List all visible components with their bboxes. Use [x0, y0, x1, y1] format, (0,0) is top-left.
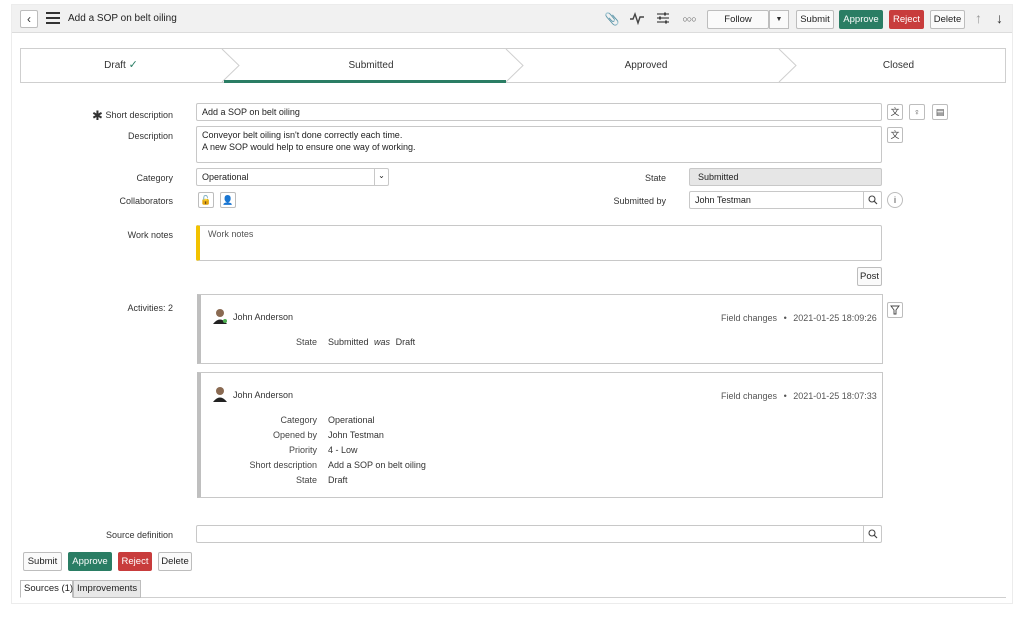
source-definition-label: Source definition [105, 530, 173, 540]
collaborators-label: Collaborators [119, 196, 173, 206]
step-divider-icon [505, 49, 524, 82]
field-value: Add a SOP on belt oiling [328, 460, 426, 470]
paperclip-icon[interactable]: 📎 [604, 11, 620, 27]
field-value: Operational [328, 415, 375, 425]
previous-record-icon[interactable]: ↑ [975, 10, 982, 26]
state-label: State [644, 173, 666, 183]
activity-author: John Anderson [233, 312, 294, 322]
tab-sources[interactable]: Sources (1) [20, 580, 73, 598]
field-name: Category [280, 415, 317, 425]
category-select[interactable]: Operational ⌄ [196, 168, 389, 186]
source-definition-input[interactable] [196, 525, 882, 543]
activity-timestamp: 2021-01-25 18:09:26 [793, 313, 877, 323]
short-description-input[interactable]: Add a SOP on belt oiling [196, 103, 882, 121]
description-textarea[interactable]: Conveyor belt oiling isn't done correctl… [196, 126, 882, 163]
more-options-icon[interactable]: ○○○ [681, 11, 697, 27]
state-progress-bar: Draft ✓ Submitted Approved Closed [20, 48, 1006, 83]
field-name: Priority [288, 445, 317, 455]
separator-dot: • [783, 313, 787, 323]
bottom-submit-button[interactable]: Submit [23, 552, 62, 571]
activities-label: Activities: 2 [127, 303, 173, 313]
add-me-icon[interactable]: 👤 [220, 192, 236, 208]
info-icon[interactable]: i [887, 192, 903, 208]
category-label: Category [136, 173, 173, 183]
submitted-by-label: Submitted by [613, 196, 666, 206]
activity-entry: John Anderson Field changes • 2021-01-25… [197, 372, 883, 498]
separator-dot: • [783, 391, 787, 401]
submitted-by-value: John Testman [695, 195, 751, 205]
delete-button[interactable]: Delete [930, 10, 965, 29]
bottom-delete-button[interactable]: Delete [158, 552, 192, 571]
activity-timestamp: 2021-01-25 18:07:33 [793, 391, 877, 401]
step-closed: Closed [882, 60, 915, 71]
activity-meta: Field changes • 2021-01-25 18:07:33 [721, 391, 877, 401]
description-line: Conveyor belt oiling isn't done correctl… [202, 130, 403, 140]
submitted-by-input[interactable]: John Testman [689, 191, 882, 209]
description-label: Description [127, 131, 173, 141]
activity-type: Field changes [721, 313, 778, 323]
was-label: was [374, 337, 391, 347]
field-change: Submitted was Draft [328, 337, 415, 347]
lock-icon[interactable]: 🔓 [198, 192, 214, 208]
category-selected-value: Operational [202, 172, 249, 182]
search-icon[interactable] [863, 525, 881, 543]
field-name: State [295, 337, 317, 347]
tabs-divider [20, 597, 1006, 598]
short-description-label-text: Short description [105, 110, 173, 120]
check-icon: ✓ [128, 59, 138, 71]
activity-meta: Field changes • 2021-01-25 18:09:26 [721, 313, 877, 323]
bottom-reject-button[interactable]: Reject [118, 552, 152, 571]
active-step-underline [224, 80, 506, 83]
personalize-sliders-icon[interactable] [655, 11, 671, 27]
description-line: A new SOP would help to ensure one way o… [202, 142, 416, 152]
bottom-approve-button[interactable]: Approve [68, 552, 112, 571]
translate-icon[interactable]: 文 [887, 127, 903, 143]
work-notes-textarea[interactable]: Work notes [196, 225, 882, 261]
suggestion-lightbulb-icon[interactable]: ♀ [909, 104, 925, 120]
back-button[interactable]: ‹ [20, 10, 38, 28]
hamburger-menu-icon[interactable] [46, 12, 60, 25]
tab-improvements[interactable]: Improvements [73, 580, 141, 598]
follow-dropdown-icon[interactable]: ▼ [769, 10, 789, 29]
filter-icon[interactable] [887, 302, 903, 318]
approve-button[interactable]: Approve [839, 10, 883, 29]
step-draft-label: Draft [104, 60, 126, 71]
page-title: Add a SOP on belt oiling [68, 13, 177, 24]
follow-button[interactable]: Follow [707, 10, 769, 29]
short-description-label: ✱ Short description [60, 108, 173, 124]
new-value: Submitted [328, 337, 369, 347]
mandatory-asterisk-icon: ✱ [92, 108, 103, 123]
search-icon[interactable] [863, 191, 881, 209]
submit-button[interactable]: Submit [796, 10, 834, 29]
activity-type: Field changes [721, 391, 778, 401]
next-record-icon[interactable]: ↓ [996, 10, 1003, 26]
reject-button[interactable]: Reject [889, 10, 924, 29]
chevron-down-icon: ⌄ [374, 168, 388, 186]
state-readonly-field: Submitted [689, 168, 882, 186]
field-name: Opened by [272, 430, 317, 440]
step-divider-icon [221, 49, 240, 82]
field-value: 4 - Low [328, 445, 358, 455]
field-name: State [295, 475, 317, 485]
field-name: Short description [249, 460, 317, 470]
translate-icon[interactable]: 文 [887, 104, 903, 120]
field-value: John Testman [328, 430, 384, 440]
activity-stream-icon[interactable] [629, 11, 645, 27]
avatar [211, 385, 227, 402]
step-draft: Draft ✓ [21, 49, 221, 82]
step-divider-icon [778, 49, 797, 82]
old-value: Draft [395, 337, 416, 347]
work-notes-label: Work notes [127, 230, 173, 240]
step-submitted: Submitted [348, 60, 394, 71]
step-approved: Approved [624, 60, 668, 71]
activity-author: John Anderson [233, 390, 294, 400]
avatar [211, 307, 227, 324]
post-button[interactable]: Post [857, 267, 882, 286]
activity-entry: John Anderson Field changes • 2021-01-25… [197, 294, 883, 364]
template-icon[interactable]: ▤ [932, 104, 948, 120]
field-value: Draft [328, 475, 348, 485]
